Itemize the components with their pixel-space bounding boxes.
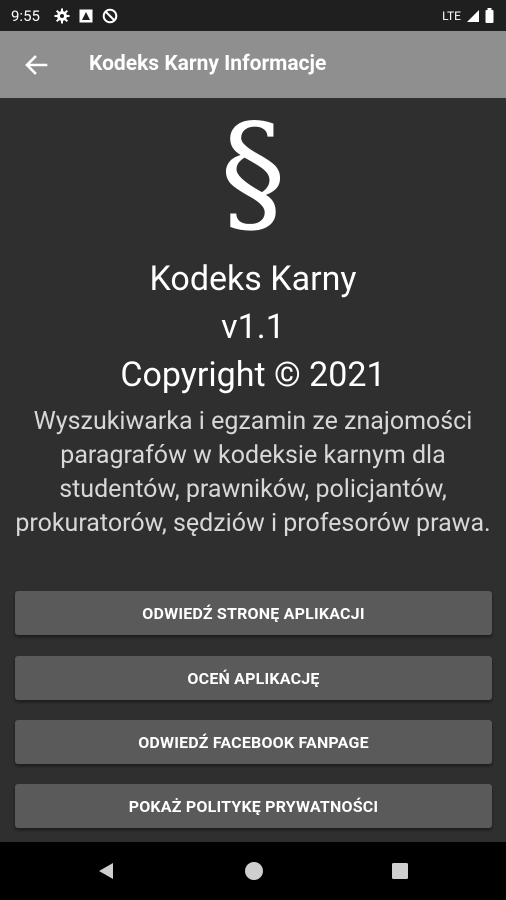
- app-bar: Kodeks Karny Informacje: [0, 31, 506, 98]
- visit-app-website-button[interactable]: ODWIEDŹ STRONĘ APLIKACJI: [15, 591, 492, 635]
- app-description: Wyszukiwarka i egzamin ze znajomości par…: [15, 407, 491, 538]
- nav-home-icon[interactable]: [244, 861, 264, 881]
- system-navigation-bar: [0, 842, 506, 900]
- app-version: v1.1: [221, 307, 285, 347]
- status-right-icons: LTE: [442, 0, 494, 31]
- status-time: 9:55: [11, 6, 40, 25]
- nav-back-icon[interactable]: [96, 861, 116, 881]
- visit-facebook-fanpage-button[interactable]: ODWIEDŹ FACEBOOK FANPAGE: [15, 720, 492, 764]
- page-title: Kodeks Karny Informacje: [89, 52, 327, 76]
- do-not-disturb-icon: [102, 8, 118, 23]
- app-name: Kodeks Karny: [149, 259, 357, 299]
- network-type-label: LTE: [442, 8, 461, 23]
- status-bar: 9:55 LTE: [0, 0, 506, 31]
- paragraph-section-logo-icon: §: [220, 96, 286, 250]
- status-notification-icons: [54, 8, 118, 24]
- settings-gear-icon: [54, 8, 70, 23]
- battery-icon: [485, 8, 494, 23]
- rate-app-button[interactable]: OCEŃ APLIKACJĘ: [15, 656, 492, 700]
- nav-recents-icon[interactable]: [391, 862, 409, 880]
- signal-icon: [467, 9, 479, 22]
- app-notification-icon: [79, 9, 93, 22]
- show-privacy-policy-button[interactable]: POKAŻ POLITYKĘ PRYWATNOŚCI: [15, 784, 492, 828]
- back-arrow-icon[interactable]: [22, 51, 50, 79]
- copyright-text: Copyright © 2021: [120, 355, 386, 395]
